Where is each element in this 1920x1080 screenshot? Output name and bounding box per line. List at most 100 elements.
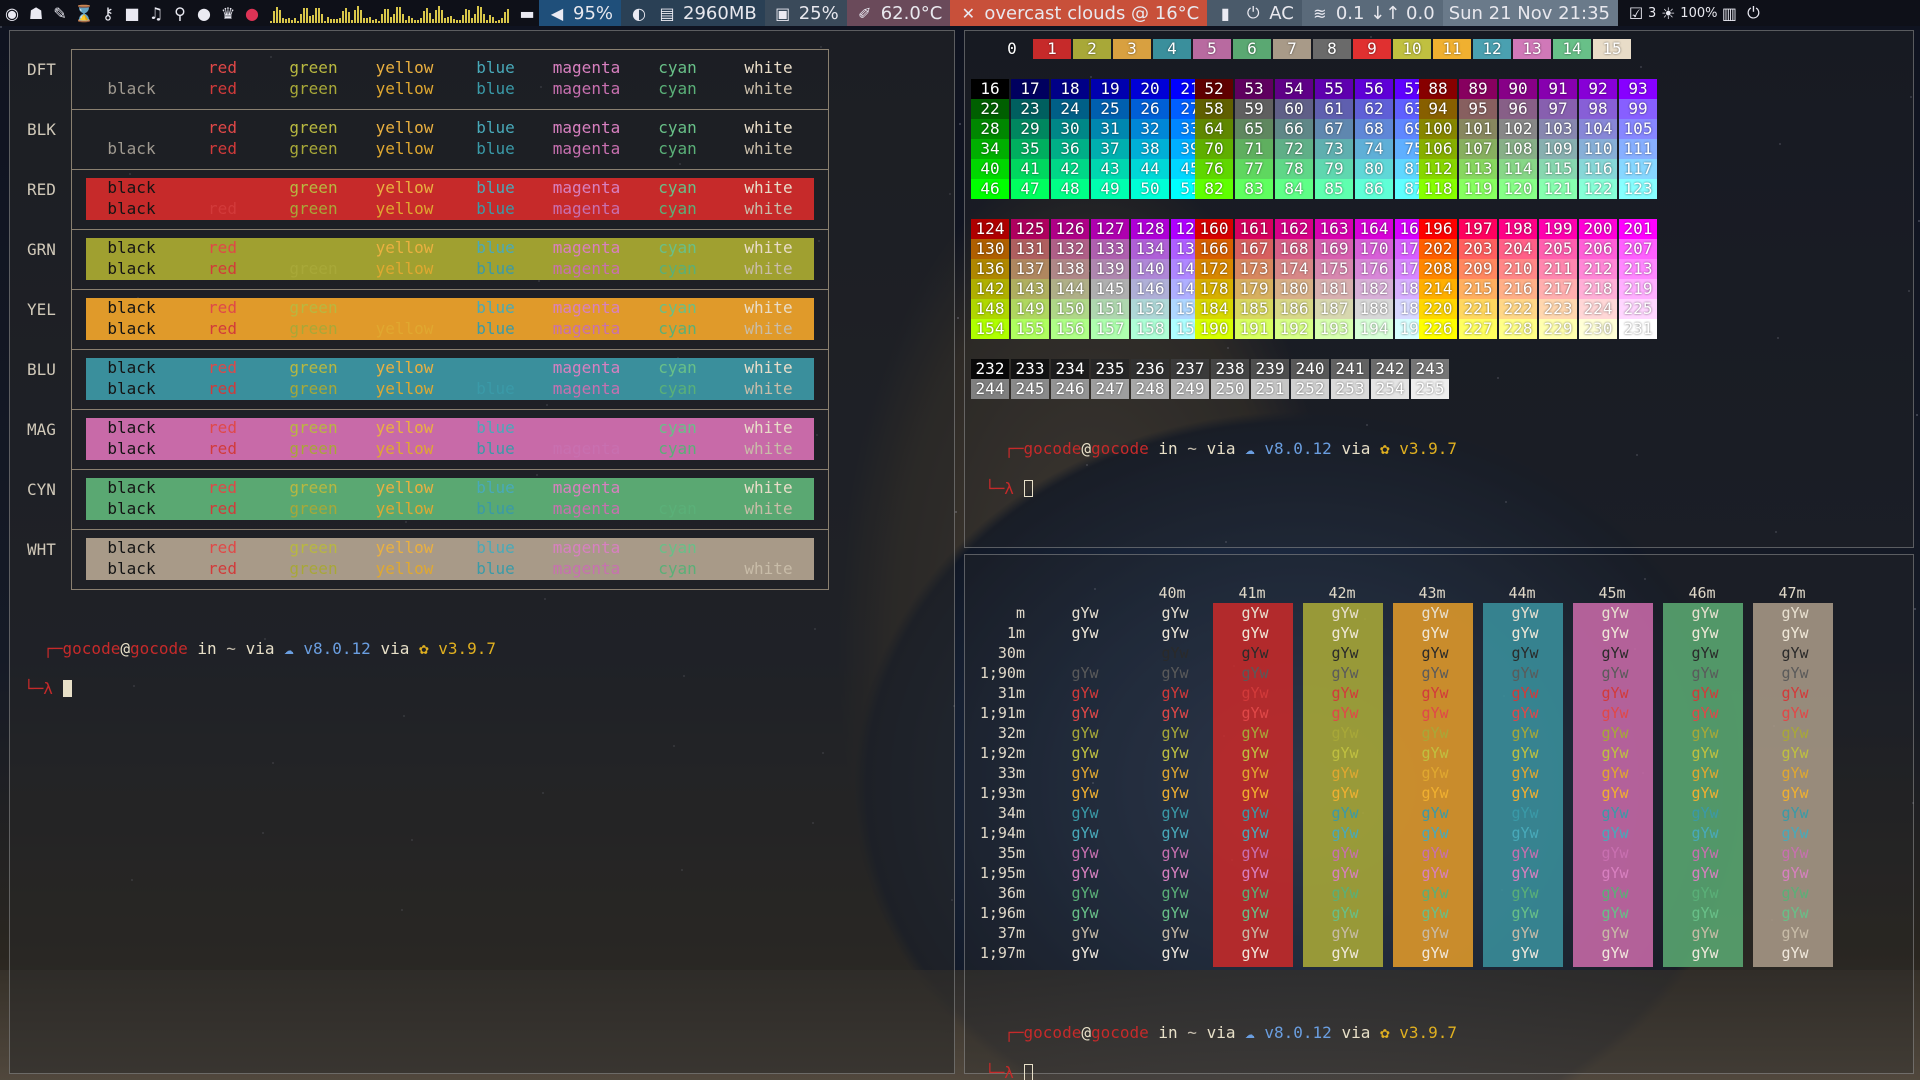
fg-row-label: 1;96m — [979, 904, 1025, 922]
sample-text: gYw — [1161, 924, 1189, 942]
shell-prompt-bottom-right: ┌─gocode@gocode in ~ via ☁ v8.0.12 via ✿… — [985, 1023, 1458, 1080]
layout-icon[interactable]: ▥ — [1717, 4, 1741, 23]
palette-cell-170: 170 — [1355, 239, 1393, 259]
ghost-icon[interactable]: ☗ — [24, 4, 48, 23]
palette-cell-48: 48 — [1051, 179, 1089, 199]
visualizer-bar — [375, 19, 377, 23]
bg-header-42m: 42m — [1328, 584, 1356, 602]
palette-cell-169: 169 — [1315, 239, 1353, 259]
sample-text: gYw — [1421, 904, 1449, 922]
ansi-color-table: DFT red green yellow blue magenta cyan white bla… — [27, 49, 829, 590]
prompt-node-version: v8.0.12 — [1264, 439, 1332, 458]
palette-cell-121: 121 — [1539, 179, 1577, 199]
row-cells: black green yellow blue magenta cyan white blac… — [86, 178, 814, 220]
palette-cell-163: 163 — [1315, 219, 1353, 239]
sample-text: gYw — [1511, 644, 1539, 662]
prompt-dir: ~ — [1187, 439, 1197, 458]
sample-text: gYw — [1071, 824, 1099, 842]
cell-cyan: cyan — [658, 559, 697, 578]
weather-segment[interactable]: ✕ overcast clouds @ 16°C — [950, 0, 1208, 26]
sample-text: gYw — [1511, 824, 1539, 842]
globe-icon[interactable]: ◉ — [0, 4, 24, 23]
music-icon[interactable]: ♫ — [144, 4, 168, 23]
cell-black: black — [107, 538, 156, 557]
cell-red: red — [208, 118, 237, 137]
sample-text: gYw — [1511, 704, 1539, 722]
row-cells: black red green yellow blue magenta cyan black r… — [86, 538, 814, 580]
sample-text: gYw — [1511, 764, 1539, 782]
visualizer-bar — [483, 14, 485, 23]
palette-cell-110: 110 — [1579, 139, 1617, 159]
cell-red: red — [208, 79, 237, 98]
color-row-dft: DFT red green yellow blue magenta cyan white bla… — [27, 50, 829, 110]
brightness-icon[interactable]: ☀ — [1656, 4, 1680, 23]
terminal-pane-left[interactable]: DFT red green yellow blue magenta cyan white bla… — [9, 30, 955, 1074]
sample-text: gYw — [1331, 664, 1359, 682]
workspace-count: 3 — [1648, 5, 1657, 21]
sample-text: gYw — [1071, 624, 1099, 642]
cell-blue: blue — [476, 538, 515, 557]
temperature-segment[interactable]: ✐ 62.0°C — [846, 0, 951, 26]
sample-text: gYw — [1781, 804, 1809, 822]
row-label: BLU — [27, 360, 56, 379]
cell-cyan: cyan — [658, 298, 697, 317]
power-segment[interactable]: ▮ ⏻ AC — [1207, 0, 1302, 26]
wrench-icon[interactable]: ✎ — [48, 4, 72, 23]
visualizer-bar — [270, 21, 272, 23]
sample-text: gYw — [1421, 724, 1449, 742]
palette-cell-179: 179 — [1235, 279, 1273, 299]
sample-text: gYw — [1331, 864, 1359, 882]
cell-black: black — [107, 238, 156, 257]
firefox-icon[interactable]: ● — [240, 4, 264, 23]
disk-segment[interactable]: ▣ 25% — [764, 0, 847, 26]
palette-cell-207: 207 — [1619, 239, 1657, 259]
checkbox-icon[interactable]: ☑ — [1624, 4, 1648, 23]
power-icon[interactable]: ⏻ — [1741, 3, 1765, 23]
cell-magenta: magenta — [552, 58, 621, 77]
palette-cell-82: 82 — [1195, 179, 1233, 199]
sample-text: gYw — [1241, 684, 1269, 702]
palette-cell-98: 98 — [1579, 99, 1617, 119]
sample-text: gYw — [1161, 784, 1189, 802]
visualizer-bar — [477, 6, 479, 23]
prompt-at: @ — [1081, 1023, 1091, 1042]
cell-yellow: yellow — [375, 79, 434, 98]
terminal-pane-bottom-right[interactable]: 40m 41m 42m 43m 44m 45m 46m 47m m gYw gYw gYw gYw gYw… — [964, 554, 1914, 1080]
cell-black: black — [107, 199, 156, 218]
palette-cell-4: 4 — [1153, 39, 1191, 59]
palette-cell-155: 155 — [1011, 319, 1049, 339]
visualizer-bar — [450, 16, 452, 23]
palette-cell-16: 16 — [971, 79, 1009, 99]
palette-cell-224: 224 — [1579, 299, 1617, 319]
crown-icon[interactable]: ♛ — [216, 4, 240, 23]
shell-prompt-left: ┌─gocode@gocode in ~ via ☁ v8.0.12 via ✿… — [24, 639, 497, 698]
palette-cell-66: 66 — [1275, 119, 1313, 139]
sample-text: gYw — [1331, 684, 1359, 702]
visualizer-bar — [456, 19, 458, 23]
visualizer-bar — [306, 8, 308, 23]
sample-text: gYw — [1781, 784, 1809, 802]
palette-cell-1: 1 — [1033, 39, 1071, 59]
memory-segment[interactable]: ◐ ▤ 2960MB — [621, 0, 765, 26]
network-segment[interactable]: ≋ 0.1 ↓↑ 0.0 — [1301, 0, 1443, 26]
fg-row-label: 1;93m — [979, 784, 1025, 802]
microphone-icon[interactable]: ⚲ — [168, 4, 192, 23]
terminal-pane-top-right[interactable]: 0 1 2 3 4 5 6 7 8 9 10 11 12 13 14 15 16 17 18 19 20 21 22 23 24… — [964, 30, 1914, 548]
sample-text: gYw — [1421, 644, 1449, 662]
camera-icon[interactable]: ■ — [120, 4, 144, 23]
visualizer-bar — [285, 18, 287, 23]
shell-prompt-top-right: ┌─gocode@gocode in ~ via ☁ v8.0.12 via ✿… — [985, 439, 1458, 498]
mouse-icon[interactable]: ● — [192, 4, 216, 23]
sample-text: gYw — [1511, 724, 1539, 742]
visualizer-bar — [342, 10, 344, 23]
cell-red: red — [208, 319, 237, 338]
hourglass-icon[interactable]: ⌛ — [72, 4, 96, 23]
sample-text: gYw — [1071, 804, 1099, 822]
key-icon[interactable]: ⚷ — [96, 4, 120, 23]
palette-cell-10: 10 — [1393, 39, 1431, 59]
cell-cyan: cyan — [658, 499, 697, 518]
volume-segment[interactable]: ◀ 95% — [539, 0, 622, 26]
datetime-segment[interactable]: Sun 21 Nov 21:35 — [1442, 0, 1619, 26]
palette-cell-78: 78 — [1275, 159, 1313, 179]
power-value: AC — [1269, 2, 1294, 24]
